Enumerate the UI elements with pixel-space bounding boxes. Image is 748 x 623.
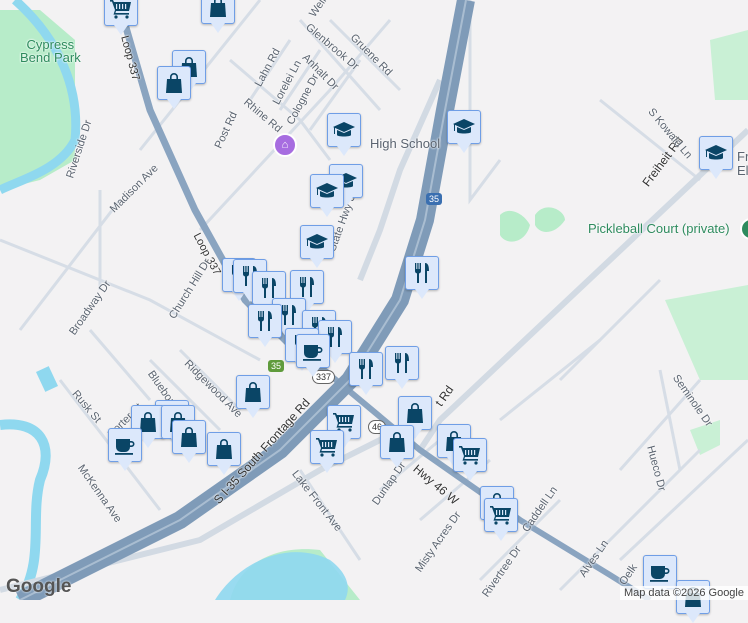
grocery-marker[interactable] xyxy=(310,430,344,473)
interstate-shield: 35 xyxy=(268,360,285,372)
lake xyxy=(215,552,348,600)
shopping-marker[interactable] xyxy=(236,375,270,418)
graduation-cap-icon xyxy=(305,230,329,254)
park-area xyxy=(500,207,565,242)
coffee-cup-icon xyxy=(301,339,325,363)
pond xyxy=(36,366,58,392)
coffee-cup-icon xyxy=(648,560,672,584)
grocery-marker[interactable] xyxy=(484,498,518,541)
coffee-cup-icon xyxy=(113,433,137,457)
cafe-marker[interactable] xyxy=(108,428,142,471)
shopping-marker[interactable] xyxy=(380,425,414,468)
restaurant-marker[interactable] xyxy=(349,352,383,395)
graduation-cap-icon xyxy=(315,179,339,203)
park-area xyxy=(665,285,748,380)
cafe-marker[interactable] xyxy=(643,555,677,598)
fork-knife-icon xyxy=(410,261,434,285)
fork-knife-icon xyxy=(390,351,414,375)
school-marker[interactable] xyxy=(310,174,344,217)
google-logo: Google xyxy=(6,576,72,597)
school-label: High School xyxy=(370,136,441,151)
shopping-bag-icon xyxy=(212,437,236,461)
park-area xyxy=(710,30,748,100)
school-marker[interactable] xyxy=(447,110,481,153)
poi-label-pickleball[interactable]: Pickleball Court (private) xyxy=(588,221,730,236)
river xyxy=(0,419,51,600)
fork-knife-icon xyxy=(253,309,277,333)
fork-knife-icon xyxy=(354,357,378,381)
map-attribution[interactable]: Map data ©2026 Google xyxy=(619,586,748,600)
interstate-shield: 35 xyxy=(426,193,443,205)
museum-icon[interactable]: ⌂ xyxy=(273,133,297,157)
school-marker[interactable] xyxy=(300,225,334,268)
restaurant-marker[interactable] xyxy=(385,346,419,389)
shopping-cart-icon xyxy=(109,0,133,21)
cafe-marker[interactable] xyxy=(296,334,330,377)
shopping-marker[interactable] xyxy=(201,0,235,33)
shopping-bag-icon xyxy=(385,430,409,454)
grocery-marker[interactable] xyxy=(453,438,487,481)
shopping-bag-icon xyxy=(206,0,230,19)
shopping-marker[interactable] xyxy=(157,66,191,109)
shopping-cart-icon xyxy=(489,503,513,527)
restaurant-marker[interactable] xyxy=(405,256,439,299)
park-label: Cypress Bend Park xyxy=(20,37,81,65)
graduation-cap-icon xyxy=(452,115,476,139)
restaurant-marker[interactable] xyxy=(248,304,282,347)
school-marker[interactable] xyxy=(327,113,361,156)
shopping-bag-icon xyxy=(162,71,186,95)
shopping-marker[interactable] xyxy=(172,420,206,463)
graduation-cap-icon xyxy=(332,118,356,142)
shopping-bag-icon xyxy=(403,401,427,425)
shopping-cart-icon xyxy=(458,443,482,467)
school-marker[interactable] xyxy=(699,136,733,179)
shopping-marker[interactable] xyxy=(207,432,241,475)
school-label: Fr El xyxy=(737,149,748,178)
graduation-cap-icon xyxy=(704,141,728,165)
shopping-bag-icon xyxy=(177,425,201,449)
fork-knife-icon xyxy=(257,276,281,300)
shopping-bag-icon xyxy=(241,380,265,404)
fork-knife-icon xyxy=(295,275,319,299)
grocery-marker[interactable] xyxy=(104,0,138,35)
shopping-cart-icon xyxy=(315,435,339,459)
